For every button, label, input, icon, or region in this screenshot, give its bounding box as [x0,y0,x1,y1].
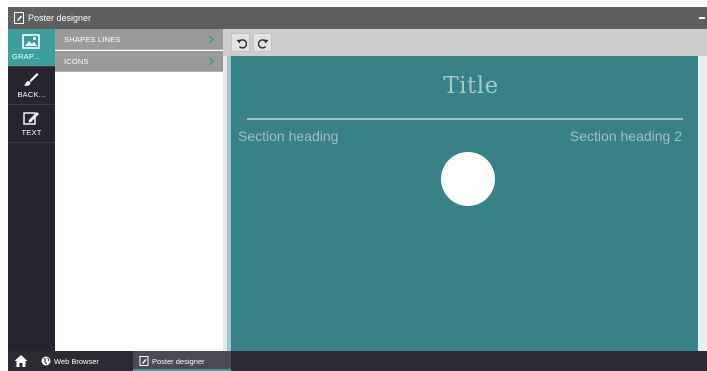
window-titlebar: Poster designer [8,7,707,29]
document-edit-icon [139,356,149,366]
poster-canvas[interactable]: Title Section heading Section heading 2 [231,56,698,351]
canvas-scroll-gutter [698,56,707,351]
image-icon [22,34,40,49]
subitem-shapes-lines[interactable]: SHAPES LINES [55,29,223,50]
tool-rail: GRAP... BACK... TEXT [8,29,55,351]
rail-item-text[interactable]: TEXT [8,105,55,143]
rail-item-label: BACK... [17,90,46,99]
redo-icon [258,39,269,49]
poster-title[interactable]: Title [231,73,707,99]
subcategory-panel: SHAPES LINES ICONS [55,29,223,351]
task-web-browser[interactable]: Web Browser [41,351,131,371]
subitem-label: ICONS [64,57,89,66]
minimize-button[interactable] [699,17,705,19]
rail-item-background[interactable]: BACK... [8,67,55,105]
window-title: Poster designer [28,13,92,23]
screen: Poster designer GRAP... BACK... TEXT SHA… [0,0,707,371]
editor-toolbar [223,29,707,56]
rail-item-label: GRAP... [12,52,40,61]
rail-item-graphics[interactable]: GRAP... [8,29,55,67]
redo-button[interactable] [253,33,272,52]
task-label: Web Browser [54,357,99,366]
chevron-right-icon [208,57,214,66]
subitem-icons[interactable]: ICONS [55,51,223,72]
task-label: Poster designer [152,357,205,366]
poster-divider-line[interactable] [247,118,683,120]
chevron-right-icon [208,35,214,44]
taskbar: Web Browser Poster designer [8,351,707,371]
undo-icon [236,39,247,49]
paintbrush-icon [24,73,39,86]
circle-shape[interactable] [441,152,495,206]
section-heading-left[interactable]: Section heading [238,128,338,144]
section-heading-right[interactable]: Section heading 2 [570,128,682,144]
edit-icon [23,112,39,125]
undo-button[interactable] [231,33,250,52]
home-icon[interactable] [14,354,28,368]
globe-icon [41,356,51,366]
document-edit-icon [14,12,24,24]
task-poster-designer[interactable]: Poster designer [133,351,231,371]
rail-item-label: TEXT [21,128,42,137]
subitem-label: SHAPES LINES [64,35,121,44]
